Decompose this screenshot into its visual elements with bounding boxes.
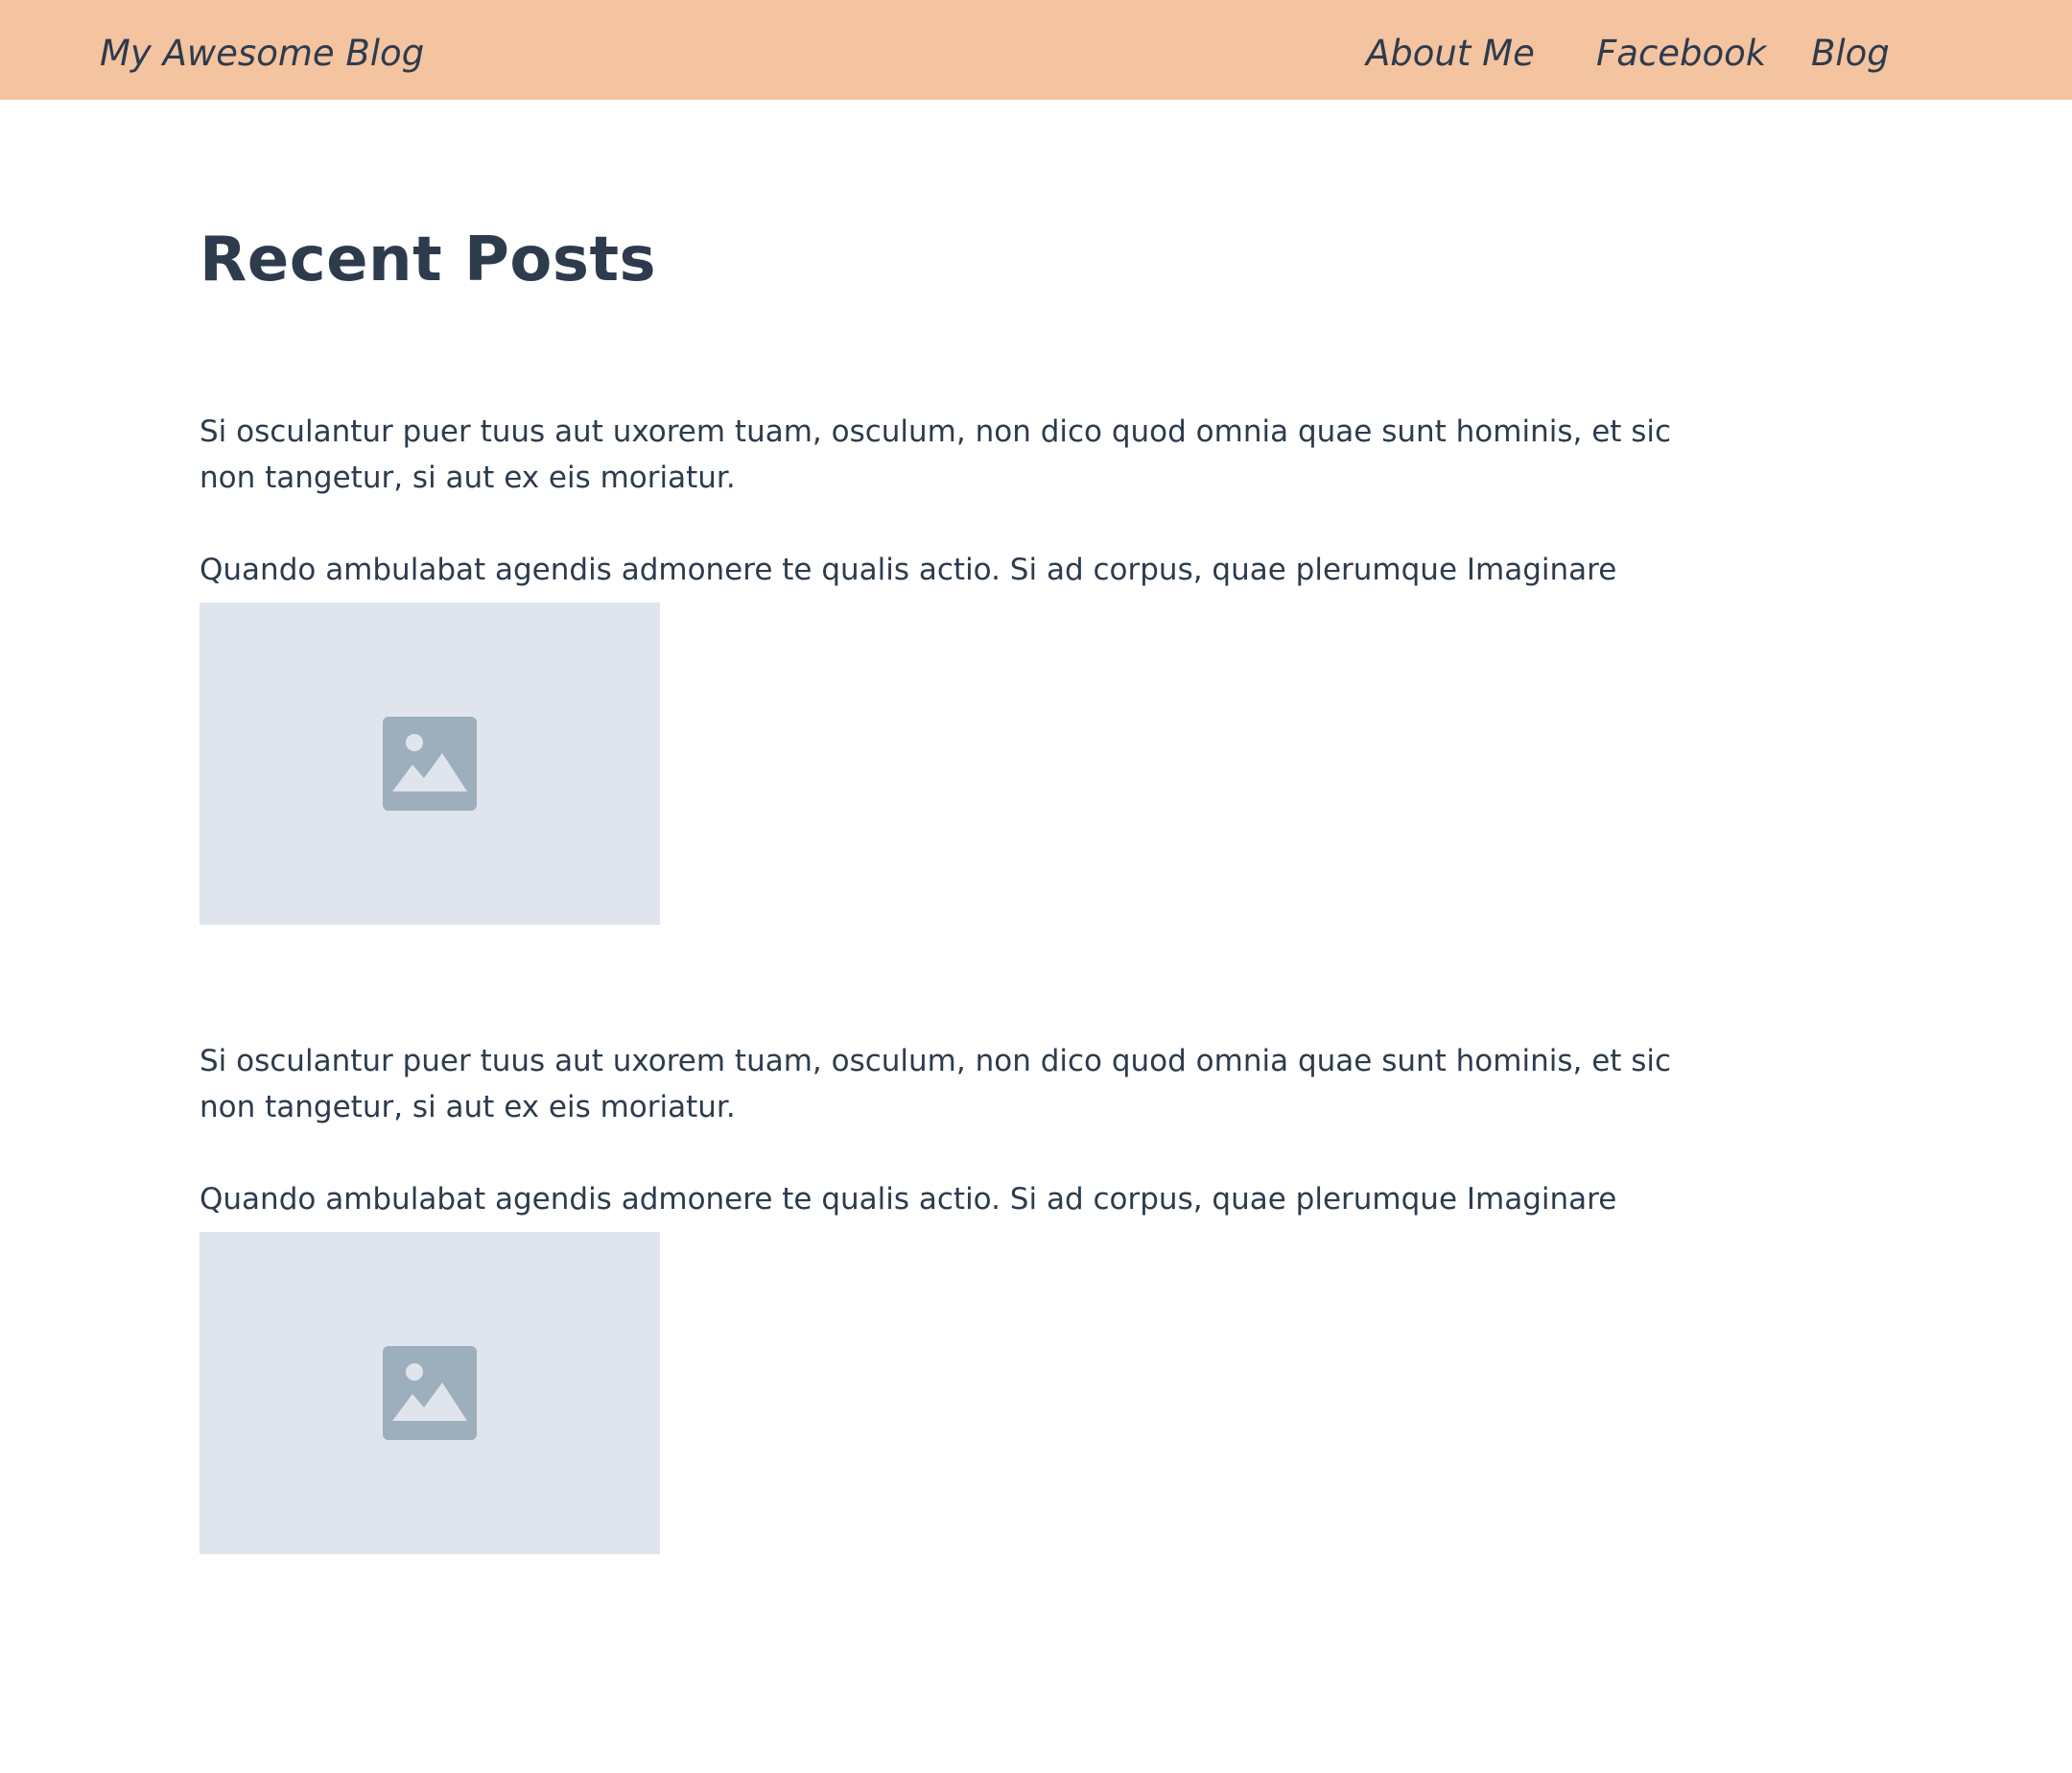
post-image-placeholder[interactable] [200, 603, 660, 925]
post-image-placeholder[interactable] [200, 1232, 660, 1554]
post-item: Si osculantur puer tuus aut uxorem tuam,… [200, 1038, 1696, 1554]
post-paragraph: Si osculantur puer tuus aut uxorem tuam,… [200, 1044, 1672, 1124]
post-paragraph: Quando ambulabat agendis admonere te qua… [200, 553, 1617, 587]
nav-link-blog[interactable]: Blog [1811, 0, 1890, 100]
page-title: Recent Posts [200, 225, 657, 296]
image-placeholder-icon [383, 1346, 477, 1440]
nav-link-about-me[interactable]: About Me [1366, 0, 1535, 100]
post-paragraph: Quando ambulabat agendis admonere te qua… [200, 1182, 1617, 1217]
image-placeholder-icon [383, 717, 477, 811]
site-header: My Awesome Blog About Me Facebook Blog [0, 0, 2072, 100]
site-brand-link[interactable]: My Awesome Blog [100, 0, 424, 100]
post-paragraph: Si osculantur puer tuus aut uxorem tuam,… [200, 414, 1672, 495]
post-item: Si osculantur puer tuus aut uxorem tuam,… [200, 409, 1696, 925]
nav-link-facebook[interactable]: Facebook [1596, 0, 1766, 100]
